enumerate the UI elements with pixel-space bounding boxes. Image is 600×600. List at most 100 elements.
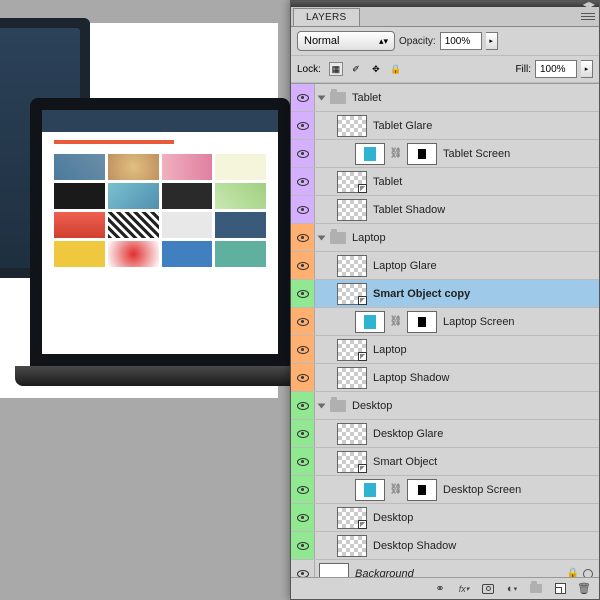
- visibility-eye-icon[interactable]: [297, 374, 309, 382]
- layer-name[interactable]: Laptop: [352, 232, 386, 244]
- layer-thumb[interactable]: [337, 171, 367, 193]
- layer-thumb[interactable]: [355, 479, 385, 501]
- layer-name[interactable]: Desktop: [352, 400, 392, 412]
- layer-thumb[interactable]: [355, 143, 385, 165]
- disclosure-triangle-icon[interactable]: [318, 235, 326, 240]
- layer-thumb[interactable]: [337, 451, 367, 473]
- layer-row[interactable]: Desktop Glare: [291, 420, 599, 448]
- layer-name[interactable]: Background: [355, 568, 414, 578]
- layer-thumb[interactable]: [355, 311, 385, 333]
- delete-layer-icon[interactable]: 🗑: [577, 582, 591, 596]
- layer-row[interactable]: Laptop Glare: [291, 252, 599, 280]
- lock-position-icon[interactable]: ✥: [369, 62, 383, 76]
- layer-group-row[interactable]: Tablet: [291, 84, 599, 112]
- opacity-flyout-icon[interactable]: ▸: [486, 32, 498, 50]
- layer-thumb[interactable]: [337, 367, 367, 389]
- layer-thumb[interactable]: [337, 199, 367, 221]
- layer-thumb[interactable]: [337, 535, 367, 557]
- layer-group-row[interactable]: Desktop: [291, 392, 599, 420]
- layer-name[interactable]: Smart Object: [373, 456, 437, 468]
- layer-row[interactable]: ⛓ Tablet Screen: [291, 140, 599, 168]
- visibility-eye-icon[interactable]: [297, 318, 309, 326]
- adjustment-layer-icon[interactable]: ◐▾: [505, 582, 519, 596]
- link-icon[interactable]: ⛓: [391, 483, 401, 497]
- visibility-eye-icon[interactable]: [297, 178, 309, 186]
- layer-name[interactable]: Smart Object copy: [373, 288, 470, 300]
- mask-thumb[interactable]: [407, 479, 437, 501]
- link-icon[interactable]: ⛓: [391, 147, 401, 161]
- layer-name[interactable]: Desktop Glare: [373, 428, 443, 440]
- layer-thumb[interactable]: [337, 423, 367, 445]
- link-icon[interactable]: ⛓: [391, 315, 401, 329]
- fill-input[interactable]: 100%: [535, 60, 577, 78]
- layer-name[interactable]: Tablet Shadow: [373, 204, 445, 216]
- lock-transparency-icon[interactable]: ▦: [329, 62, 343, 76]
- lock-icon[interactable]: 🔒: [567, 568, 579, 577]
- visibility-eye-icon[interactable]: [297, 542, 309, 550]
- new-layer-icon[interactable]: [553, 582, 567, 596]
- visibility-eye-icon[interactable]: [297, 94, 309, 102]
- link-layers-icon[interactable]: ⚭: [433, 582, 447, 596]
- layer-name[interactable]: Laptop Glare: [373, 260, 437, 272]
- layer-row[interactable]: Smart Object: [291, 448, 599, 476]
- layer-row[interactable]: ⛓ Desktop Screen: [291, 476, 599, 504]
- layer-row[interactable]: Desktop Shadow: [291, 532, 599, 560]
- layer-row[interactable]: Laptop Shadow: [291, 364, 599, 392]
- add-mask-icon[interactable]: [481, 582, 495, 596]
- layer-row[interactable]: Tablet: [291, 168, 599, 196]
- visibility-eye-icon[interactable]: [297, 486, 309, 494]
- layer-name[interactable]: Laptop: [373, 344, 407, 356]
- tab-layers[interactable]: LAYERS: [293, 8, 360, 26]
- visibility-eye-icon[interactable]: [297, 458, 309, 466]
- layer-name[interactable]: Tablet: [373, 176, 402, 188]
- layer-group-row[interactable]: Laptop: [291, 224, 599, 252]
- visibility-eye-icon[interactable]: [297, 430, 309, 438]
- layer-thumb[interactable]: [337, 339, 367, 361]
- layer-name[interactable]: Desktop Shadow: [373, 540, 456, 552]
- opacity-input[interactable]: 100%: [440, 32, 482, 50]
- panel-menu-icon[interactable]: [581, 11, 595, 23]
- mask-thumb[interactable]: [407, 311, 437, 333]
- blend-mode-select[interactable]: Normal ▴▾: [297, 31, 395, 51]
- fill-flyout-icon[interactable]: ▸: [581, 60, 593, 78]
- layer-name[interactable]: Desktop Screen: [443, 484, 521, 496]
- visibility-eye-icon[interactable]: [297, 402, 309, 410]
- fx-icon[interactable]: fx▾: [457, 582, 471, 596]
- layer-thumb[interactable]: [337, 507, 367, 529]
- lock-all-icon[interactable]: 🔒: [389, 62, 403, 76]
- visibility-eye-icon[interactable]: [297, 570, 309, 578]
- layer-row[interactable]: Tablet Glare: [291, 112, 599, 140]
- layer-name[interactable]: Tablet Glare: [373, 120, 432, 132]
- layer-thumb[interactable]: [337, 255, 367, 277]
- new-group-icon[interactable]: [529, 582, 543, 596]
- layer-thumb[interactable]: [319, 563, 349, 578]
- layer-row[interactable]: Smart Object copy: [291, 280, 599, 308]
- visibility-eye-icon[interactable]: [297, 290, 309, 298]
- layer-name[interactable]: Tablet Screen: [443, 148, 510, 160]
- layer-row[interactable]: Desktop: [291, 504, 599, 532]
- layer-thumb[interactable]: [337, 115, 367, 137]
- visibility-eye-icon[interactable]: [297, 206, 309, 214]
- layer-row[interactable]: Laptop: [291, 336, 599, 364]
- disclosure-triangle-icon[interactable]: [318, 95, 326, 100]
- visibility-eye-icon[interactable]: [297, 150, 309, 158]
- visibility-eye-icon[interactable]: [297, 262, 309, 270]
- visibility-eye-icon[interactable]: [297, 234, 309, 242]
- disclosure-triangle-icon[interactable]: [318, 403, 326, 408]
- background-layer-row[interactable]: Background 🔒: [291, 560, 599, 577]
- lock-pixels-icon[interactable]: ✐: [349, 62, 363, 76]
- layer-name[interactable]: Laptop Shadow: [373, 372, 449, 384]
- mock-laptop: [30, 98, 290, 398]
- corner-badge-icon: [358, 520, 367, 529]
- blend-opacity-row: Normal ▴▾ Opacity: 100% ▸: [291, 27, 599, 56]
- layer-name[interactable]: Desktop: [373, 512, 413, 524]
- visibility-eye-icon[interactable]: [297, 514, 309, 522]
- visibility-eye-icon[interactable]: [297, 122, 309, 130]
- layer-row[interactable]: ⛓ Laptop Screen: [291, 308, 599, 336]
- layer-name[interactable]: Laptop Screen: [443, 316, 515, 328]
- layer-row[interactable]: Tablet Shadow: [291, 196, 599, 224]
- visibility-eye-icon[interactable]: [297, 346, 309, 354]
- mask-thumb[interactable]: [407, 143, 437, 165]
- layer-thumb[interactable]: [337, 283, 367, 305]
- layer-name[interactable]: Tablet: [352, 92, 381, 104]
